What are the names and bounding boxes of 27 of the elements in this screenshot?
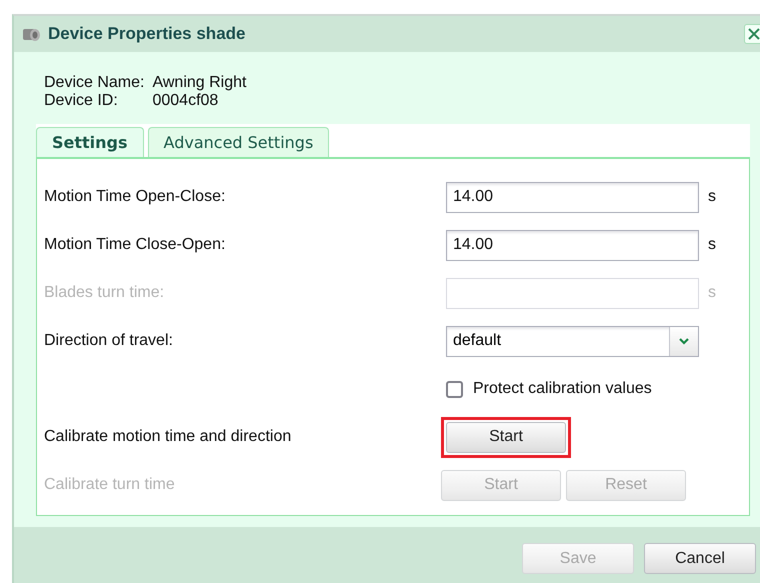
field-label: Device Name:	[44, 74, 144, 92]
tab[interactable]: Settings	[36, 127, 144, 157]
tab[interactable]: Advanced Settings	[148, 127, 330, 157]
checkbox[interactable]	[446, 380, 463, 398]
field-label: Calibrate turn time	[44, 476, 176, 494]
field-value: Awning Right	[152, 74, 248, 92]
unit-label: s	[707, 236, 717, 254]
field-label: Device ID:	[44, 92, 119, 110]
input-field[interactable]: 14.00	[446, 230, 699, 260]
unit-label: s	[707, 284, 717, 302]
unit-label: s	[707, 188, 717, 206]
field-label: Motion Time Close-Open:	[44, 236, 226, 254]
field-value: 0004cf08	[152, 92, 220, 110]
field-label: Motion Time Open-Close:	[44, 188, 226, 206]
checkbox-label: Protect calibration values	[473, 380, 652, 398]
close-button[interactable]	[744, 24, 760, 44]
caret-icon	[679, 338, 689, 344]
field-label: Calibrate motion time and direction	[44, 428, 292, 446]
device-icon	[22, 26, 42, 42]
input-field[interactable]: 14.00	[446, 182, 699, 212]
field-label: Direction of travel:	[44, 332, 174, 350]
close-icon	[748, 28, 760, 40]
dropdown[interactable]: default	[446, 326, 699, 356]
cancel-button[interactable]: Cancel	[644, 543, 756, 574]
start-button[interactable]: Start	[446, 422, 566, 452]
window-title: Device Properties shade	[48, 24, 246, 44]
field-label: Blades turn time:	[44, 284, 166, 302]
